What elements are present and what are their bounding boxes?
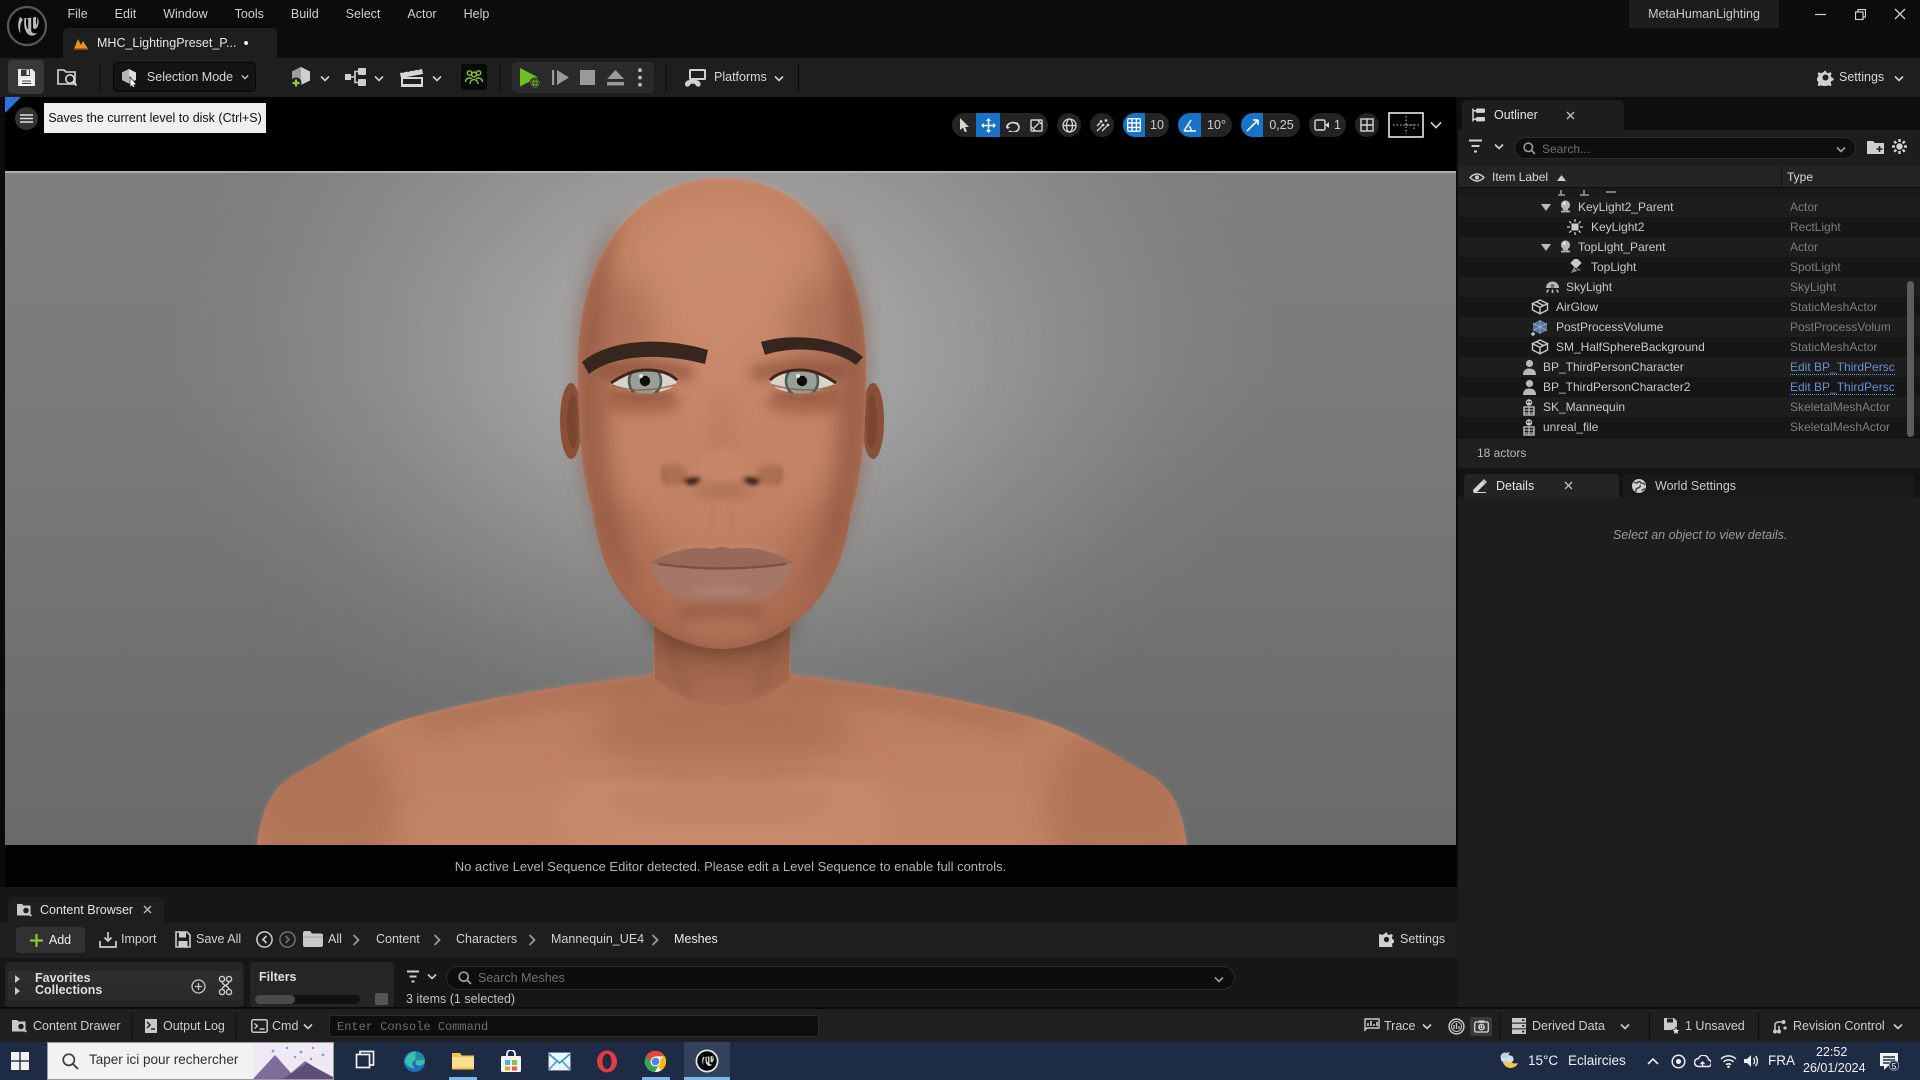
svg-text:5: 5	[1892, 1061, 1897, 1071]
